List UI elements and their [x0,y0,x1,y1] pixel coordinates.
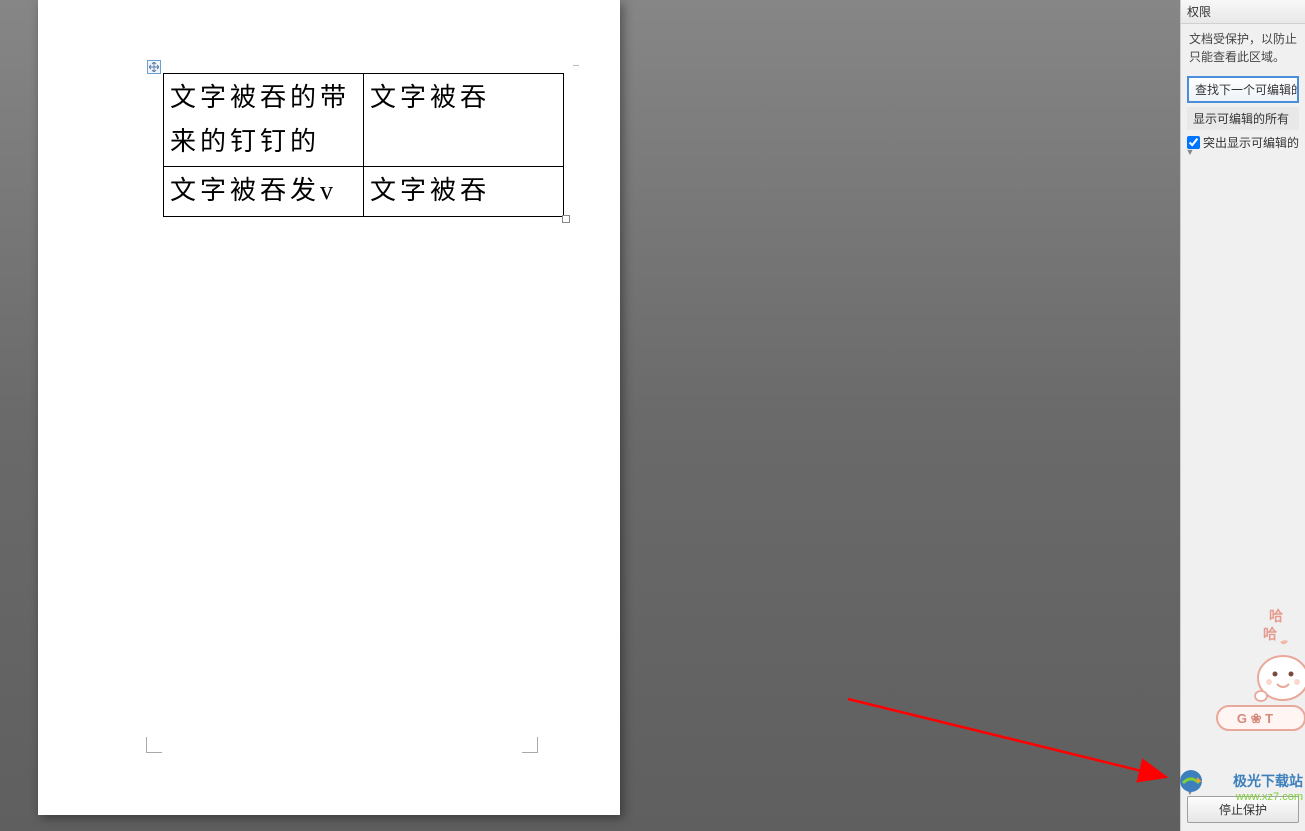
desc-line: 文档受保护，以防止 [1189,32,1297,46]
margin-guide [573,65,579,77]
expand-toggle-icon[interactable]: ▼ [1183,785,1197,799]
restrict-editing-panel: 权限 文档受保护，以防止 只能查看此区域。 查找下一个可编辑的 显示可编辑的所有… [1180,0,1305,831]
panel-header: 权限 [1181,0,1305,24]
desc-line: 只能查看此区域。 [1189,50,1285,64]
table-cell[interactable]: 文字被吞的带来的钉钉的 [164,74,364,167]
find-next-region-button[interactable]: 查找下一个可编辑的 [1187,76,1299,103]
document-table[interactable]: 文字被吞的带来的钉钉的 文字被吞 文字被吞发v 文字被吞 [163,73,564,217]
checkbox-label: 突出显示可编辑的 [1203,134,1299,151]
table-move-handle[interactable] [147,60,161,74]
collapse-toggle-icon[interactable]: ▼ [1183,145,1197,159]
table-cell[interactable]: 文字被吞 [364,74,564,167]
table-resize-handle[interactable] [562,215,570,223]
protection-description: 文档受保护，以防止 只能查看此区域。 [1181,24,1305,72]
table-cell[interactable]: 文字被吞 [364,167,564,216]
show-all-regions-link[interactable]: 显示可编辑的所有 [1187,107,1299,130]
page-corner-mark [146,737,162,753]
move-icon [149,62,159,72]
page-corner-mark [522,737,538,753]
document-canvas: 文字被吞的带来的钉钉的 文字被吞 文字被吞发v 文字被吞 [0,0,1180,831]
highlight-regions-checkbox[interactable]: 突出显示可编辑的 [1187,134,1299,151]
document-page[interactable]: 文字被吞的带来的钉钉的 文字被吞 文字被吞发v 文字被吞 [38,0,620,815]
stop-protection-button[interactable]: 停止保护 [1187,796,1299,823]
table-cell[interactable]: 文字被吞发v [164,167,364,216]
